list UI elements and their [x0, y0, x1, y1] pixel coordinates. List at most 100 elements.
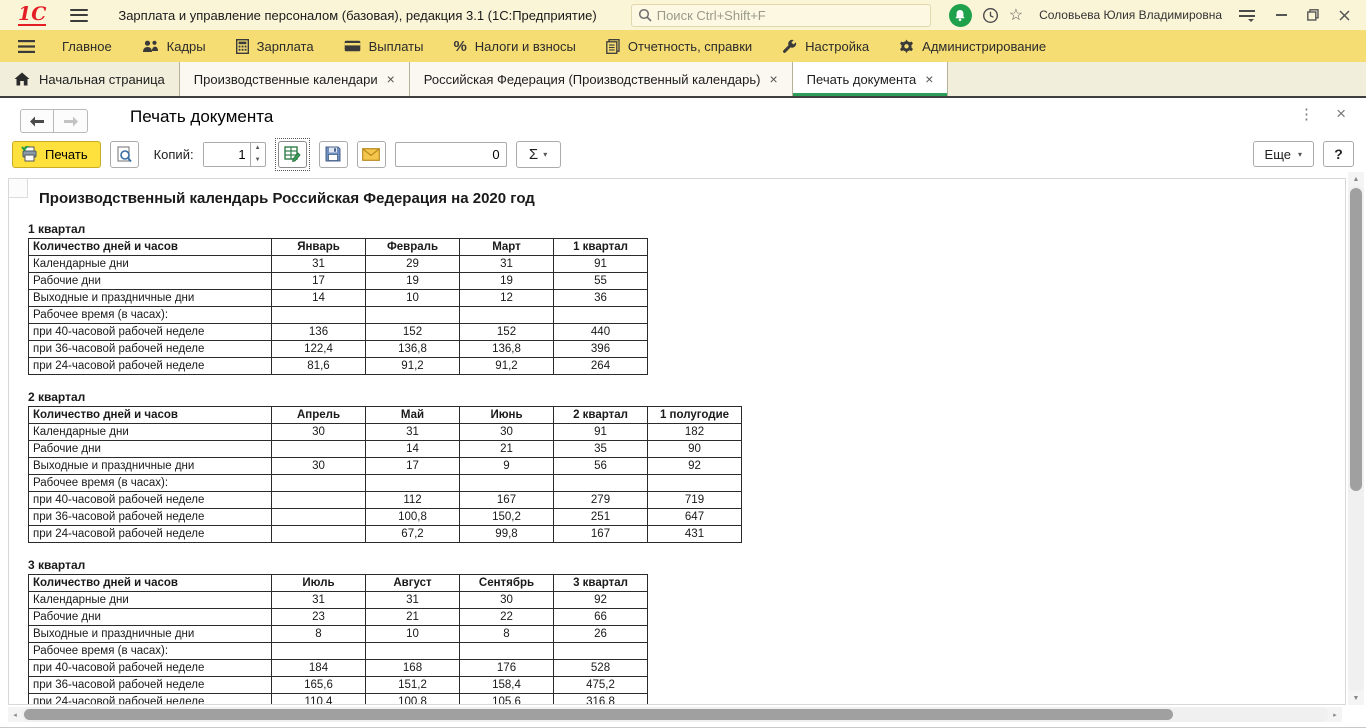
- column-header: Апрель: [272, 407, 366, 424]
- wrench-icon: [782, 39, 797, 54]
- horizontal-scrollbar[interactable]: ◂ ▸: [8, 707, 1342, 722]
- row-label-cell: Календарные дни: [29, 592, 272, 609]
- print-button[interactable]: Печать: [12, 141, 101, 168]
- value-cell: 182: [648, 424, 742, 441]
- value-cell: 647: [648, 509, 742, 526]
- value-cell: 31: [460, 256, 554, 273]
- column-header: Количество дней и часов: [29, 575, 272, 592]
- copies-input[interactable]: [204, 143, 250, 166]
- scroll-left-icon[interactable]: ◂: [8, 711, 22, 719]
- value-cell: [460, 475, 554, 492]
- row-label-cell: при 24-часовой рабочей неделе: [29, 694, 272, 706]
- search-icon: [638, 8, 652, 22]
- row-label-cell: Выходные и праздничные дни: [29, 458, 272, 475]
- more-button[interactable]: Еще ▾: [1253, 141, 1314, 167]
- table-row: при 36-часовой рабочей неделе165,6151,21…: [29, 677, 648, 694]
- help-button[interactable]: ?: [1323, 141, 1354, 167]
- tab-close-icon[interactable]: ×: [769, 72, 777, 86]
- global-search[interactable]: [631, 4, 931, 27]
- copies-stepper[interactable]: ▲ ▼: [203, 142, 266, 167]
- notifications-bell-icon[interactable]: [949, 4, 972, 27]
- horizontal-scroll-track[interactable]: [22, 707, 1328, 722]
- menu-item-3[interactable]: Зарплата: [221, 30, 329, 62]
- minimize-button[interactable]: [1276, 14, 1287, 16]
- chevron-down-icon: ▾: [1298, 150, 1302, 159]
- value-cell: 14: [366, 441, 460, 458]
- value-cell: 176: [460, 660, 554, 677]
- value-cell: 9: [460, 458, 554, 475]
- window-title: Зарплата и управление персоналом (базова…: [118, 8, 596, 23]
- edit-spreadsheet-button[interactable]: [278, 141, 307, 168]
- forward-button[interactable]: [54, 109, 88, 133]
- value-cell: 440: [554, 324, 648, 341]
- print-toolbar: Печать Копий: ▲ ▼ Σ ▾: [12, 140, 1354, 168]
- table-row: Рабочее время (в часах):: [29, 307, 648, 324]
- sum-dropdown-button[interactable]: Σ ▾: [516, 141, 561, 168]
- scroll-up-icon[interactable]: ▲: [1348, 172, 1364, 186]
- value-cell: 110,4: [272, 694, 366, 706]
- menu-item-1[interactable]: Главное: [47, 30, 127, 62]
- menu-item-7[interactable]: Настройка: [767, 30, 884, 62]
- tab-3[interactable]: Российская Федерация (Производственный к…: [410, 62, 793, 96]
- vertical-scrollbar[interactable]: ▲ ▼: [1348, 172, 1364, 705]
- tab-close-icon[interactable]: ×: [925, 72, 933, 86]
- tab-2[interactable]: Производственные календари×: [180, 62, 410, 96]
- copies-spin-buttons[interactable]: ▲ ▼: [250, 143, 265, 166]
- column-header: Количество дней и часов: [29, 407, 272, 424]
- value-cell: 99,8: [460, 526, 554, 543]
- restore-window-button[interactable]: [1307, 9, 1319, 21]
- current-user-name[interactable]: Соловьева Юлия Владимировна: [1039, 8, 1222, 22]
- value-cell: [272, 441, 366, 458]
- chevron-down-icon: ▾: [543, 150, 547, 159]
- value-cell: 475,2: [554, 677, 648, 694]
- send-email-button[interactable]: [357, 141, 386, 168]
- tab-label: Начальная страница: [39, 72, 165, 87]
- back-button[interactable]: [20, 109, 54, 133]
- service-menu-icon[interactable]: [1238, 9, 1256, 22]
- tab-close-icon[interactable]: ×: [387, 72, 395, 86]
- search-input[interactable]: [657, 8, 924, 23]
- table-row: Рабочие дни17191955: [29, 273, 648, 290]
- value-cell: 30: [460, 592, 554, 609]
- history-icon[interactable]: [982, 7, 999, 24]
- scroll-down-icon[interactable]: ▼: [1348, 691, 1364, 705]
- column-header: Июль: [272, 575, 366, 592]
- tab-4[interactable]: Печать документа×: [793, 62, 949, 96]
- row-label-cell: при 24-часовой рабочей неделе: [29, 526, 272, 543]
- favorites-star-icon[interactable]: ☆: [1009, 5, 1023, 25]
- scale-value-input[interactable]: [395, 142, 507, 167]
- value-cell: 12: [460, 290, 554, 307]
- menu-item-5[interactable]: %Налоги и взносы: [438, 30, 590, 62]
- menu-item-label: Администрирование: [922, 39, 1046, 54]
- value-cell: [554, 307, 648, 324]
- spin-up-icon[interactable]: ▲: [251, 143, 265, 155]
- more-dots-icon[interactable]: ⋮: [1299, 105, 1314, 123]
- page-title: Печать документа: [130, 107, 273, 127]
- preview-button[interactable]: [110, 141, 139, 168]
- spreadsheet-document[interactable]: Производственный календарь Российская Фе…: [8, 178, 1346, 705]
- close-form-icon[interactable]: ×: [1336, 104, 1346, 124]
- sections-menu-icon[interactable]: [6, 30, 47, 62]
- save-button[interactable]: [319, 141, 348, 168]
- menu-item-6[interactable]: Отчетность, справки: [591, 30, 767, 62]
- value-cell: 264: [554, 358, 648, 375]
- table-row: при 36-часовой рабочей неделе100,8150,22…: [29, 509, 742, 526]
- spin-down-icon[interactable]: ▼: [251, 154, 265, 166]
- row-label-cell: Рабочее время (в часах):: [29, 475, 272, 492]
- menu-item-2[interactable]: Кадры: [127, 30, 221, 62]
- value-cell: [272, 509, 366, 526]
- tab-1[interactable]: Начальная страница: [0, 62, 180, 96]
- close-window-button[interactable]: [1339, 10, 1350, 21]
- horizontal-scroll-thumb[interactable]: [24, 709, 1173, 720]
- history-nav-group: [20, 109, 88, 133]
- menu-item-4[interactable]: Выплаты: [329, 30, 439, 62]
- value-cell: 431: [648, 526, 742, 543]
- menu-item-8[interactable]: Администрирование: [884, 30, 1061, 62]
- open-windows-tab-strip: Начальная страница Производственные кален…: [0, 62, 1366, 98]
- value-cell: 10: [366, 626, 460, 643]
- scroll-right-icon[interactable]: ▸: [1328, 711, 1342, 719]
- vertical-scroll-thumb[interactable]: [1350, 188, 1362, 491]
- value-cell: 91,2: [366, 358, 460, 375]
- vertical-scroll-track[interactable]: [1348, 186, 1364, 691]
- main-menu-icon[interactable]: [70, 9, 88, 22]
